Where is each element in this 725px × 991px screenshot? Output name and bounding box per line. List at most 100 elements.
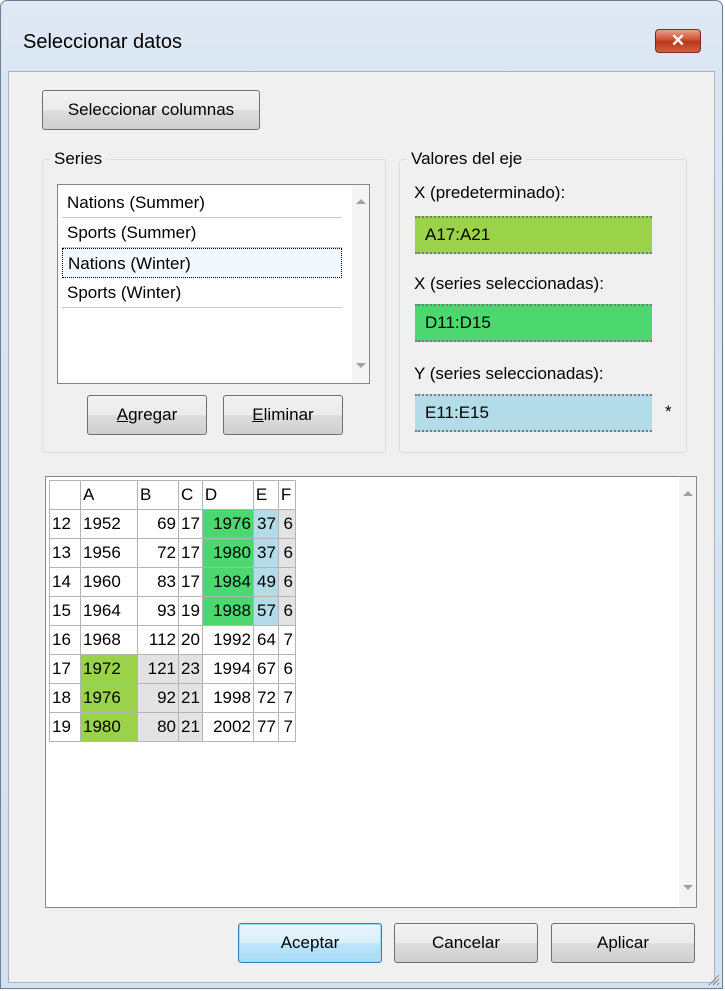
table-row: 17 1972 121 23 1994 67 6 [49, 654, 296, 684]
scroll-down-arrow-icon[interactable] [683, 885, 693, 890]
cell[interactable]: 7 [277, 683, 296, 713]
mnemonic-e: E [252, 405, 264, 424]
cell[interactable]: 72 [137, 538, 179, 568]
cell-highlighted-x[interactable]: 1988 [201, 596, 254, 626]
cell[interactable]: 93 [137, 596, 179, 626]
cell-highlighted-y[interactable]: 37 [252, 538, 279, 568]
series-item[interactable]: Sports (Summer) [62, 218, 342, 248]
cell[interactable]: 1964 [80, 596, 138, 626]
cell[interactable]: 6 [277, 567, 296, 597]
cell[interactable]: 1998 [201, 683, 254, 713]
scroll-down-arrow-icon[interactable] [356, 363, 366, 368]
cell-highlighted-y[interactable]: 49 [252, 567, 279, 597]
cell[interactable]: 1960 [80, 567, 138, 597]
row-header[interactable]: 18 [49, 683, 81, 713]
series-item-selected[interactable]: Nations (Winter) [62, 248, 342, 278]
remove-series-button[interactable]: Eliminar [223, 395, 343, 435]
y-selected-range-field[interactable]: E11:E15 [415, 394, 652, 432]
cell[interactable]: 21 [178, 683, 203, 713]
cell[interactable]: 17 [178, 567, 203, 597]
close-button[interactable]: ✕ [655, 29, 701, 53]
cell-highlighted-default-x[interactable]: 1976 [80, 683, 138, 713]
cell[interactable]: 7 [277, 625, 296, 655]
cancel-button[interactable]: Cancelar [394, 923, 538, 963]
table-row: 19 1980 80 21 2002 77 7 [49, 712, 296, 742]
close-icon: ✕ [670, 31, 686, 50]
table-row: 16 1968 112 20 1992 64 7 [49, 625, 296, 655]
cell[interactable]: 83 [137, 567, 179, 597]
series-listbox[interactable]: Nations (Summer) Sports (Summer) Nations… [57, 184, 370, 384]
table-row: 13 1956 72 17 1980 37 6 [49, 538, 296, 568]
cell[interactable]: 1968 [80, 625, 138, 655]
cell-highlighted-y[interactable]: 37 [252, 509, 279, 539]
column-header-e[interactable]: E [252, 480, 279, 510]
select-columns-button[interactable]: Seleccionar columnas [42, 90, 260, 130]
cell[interactable]: 80 [137, 712, 179, 742]
cell-highlighted-x[interactable]: 1976 [201, 509, 254, 539]
axis-values-group-label: Valores del eje [407, 149, 527, 169]
x-default-range-field[interactable]: A17:A21 [415, 216, 652, 254]
x-selected-range-field[interactable]: D11:D15 [415, 304, 652, 342]
cell[interactable]: 23 [178, 654, 203, 684]
ok-button[interactable]: Aceptar [238, 923, 382, 963]
cell-highlighted-x[interactable]: 1984 [201, 567, 254, 597]
column-header-b[interactable]: B [137, 480, 179, 510]
cell[interactable]: 20 [178, 625, 203, 655]
cell-highlighted-y[interactable]: 57 [252, 596, 279, 626]
row-header[interactable]: 15 [49, 596, 81, 626]
cell[interactable]: 1992 [201, 625, 254, 655]
cell[interactable]: 21 [178, 712, 203, 742]
cell[interactable]: 64 [252, 625, 279, 655]
cell[interactable]: 6 [277, 509, 296, 539]
resize-grip-icon[interactable] [706, 972, 720, 986]
row-header[interactable]: 12 [49, 509, 81, 539]
grid-header-row: A B C D E F [49, 480, 296, 510]
cell[interactable]: 69 [137, 509, 179, 539]
cell[interactable]: 7 [277, 712, 296, 742]
cell[interactable]: 72 [252, 683, 279, 713]
row-header[interactable]: 17 [49, 654, 81, 684]
column-header-d[interactable]: D [201, 480, 254, 510]
add-series-button[interactable]: Agregar [87, 395, 207, 435]
scroll-up-arrow-icon[interactable] [356, 199, 366, 204]
grid-scrollbar[interactable] [679, 477, 696, 907]
series-item[interactable]: Nations (Summer) [62, 188, 342, 218]
cell[interactable]: 112 [137, 625, 179, 655]
column-header-c[interactable]: C [178, 480, 203, 510]
data-grid[interactable]: A B C D E F 12 1952 69 17 1976 37 6 13 1… [45, 476, 697, 908]
row-header[interactable]: 19 [49, 712, 81, 742]
cell-highlighted-x[interactable]: 1980 [201, 538, 254, 568]
y-selected-label: Y (series seleccionadas): [414, 364, 604, 383]
cell[interactable]: 6 [277, 596, 296, 626]
cell[interactable]: 17 [178, 538, 203, 568]
cell[interactable]: 67 [252, 654, 279, 684]
cell[interactable]: 19 [178, 596, 203, 626]
add-label: gregar [128, 405, 178, 424]
x-selected-label: X (series seleccionadas): [414, 274, 604, 293]
cell[interactable]: 17 [178, 509, 203, 539]
row-header[interactable]: 14 [49, 567, 81, 597]
cell-highlighted-default-x[interactable]: 1972 [80, 654, 138, 684]
cell[interactable]: 6 [277, 538, 296, 568]
cell[interactable]: 92 [137, 683, 179, 713]
cell[interactable]: 1952 [80, 509, 138, 539]
table-row: 14 1960 83 17 1984 49 6 [49, 567, 296, 597]
series-item[interactable]: Sports (Winter) [62, 278, 342, 308]
cell-highlighted-default-x[interactable]: 1980 [80, 712, 138, 742]
row-header[interactable]: 13 [49, 538, 81, 568]
cell[interactable]: 1994 [201, 654, 254, 684]
apply-button[interactable]: Aplicar [551, 923, 695, 963]
cell[interactable]: 1956 [80, 538, 138, 568]
data-grid-table: A B C D E F 12 1952 69 17 1976 37 6 13 1… [49, 480, 296, 742]
cell[interactable]: 6 [277, 654, 296, 684]
column-header-a[interactable]: A [80, 480, 138, 510]
cell[interactable]: 2002 [201, 712, 254, 742]
column-header-f[interactable]: F [277, 480, 296, 510]
mnemonic-a: A [116, 405, 129, 424]
series-scrollbar[interactable] [352, 185, 369, 383]
required-marker: * [665, 402, 672, 421]
cell[interactable]: 77 [252, 712, 279, 742]
row-header[interactable]: 16 [49, 625, 81, 655]
cell[interactable]: 121 [137, 654, 179, 684]
scroll-up-arrow-icon[interactable] [683, 491, 693, 496]
